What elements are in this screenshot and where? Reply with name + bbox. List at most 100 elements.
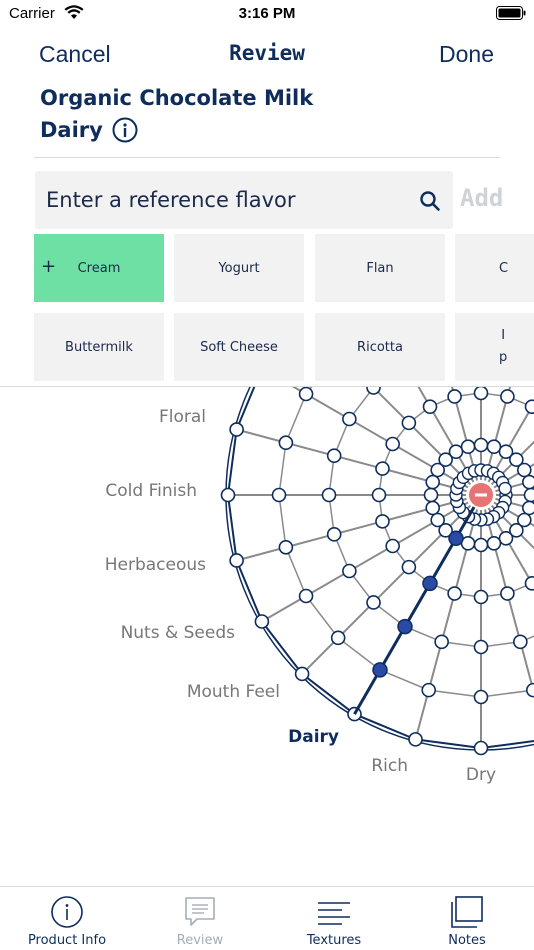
wheel-node xyxy=(294,666,310,682)
wheel-label-cold-finish[interactable]: Cold Finish xyxy=(105,481,197,501)
wheel-label-mouth-feel[interactable]: Mouth Feel xyxy=(187,682,280,702)
plus-icon: + xyxy=(41,256,57,277)
chip-buttermilk[interactable]: Buttermilk xyxy=(34,313,164,381)
dairy-node-filled xyxy=(372,662,388,678)
battery-icon xyxy=(496,6,526,20)
wheel-node xyxy=(517,462,532,478)
wheel-node xyxy=(298,387,314,402)
notes-icon xyxy=(451,896,483,928)
product-name: Organic Chocolate Milk xyxy=(40,86,314,110)
wheel-node xyxy=(425,500,441,516)
add-button[interactable]: Add xyxy=(460,184,534,212)
status-bar: Carrier 3:16 PM xyxy=(0,0,534,28)
wheel-node xyxy=(408,732,423,747)
wheel-node xyxy=(342,411,357,427)
wheel-node xyxy=(342,563,357,579)
flavor-wheel[interactable]: Floral Cold Finish Herbaceous Nuts & See… xyxy=(0,387,534,885)
wheel-node xyxy=(473,740,489,756)
dairy-node-filled xyxy=(422,575,438,592)
wheel-label-dry[interactable]: Dry xyxy=(466,765,496,785)
wheel-node xyxy=(401,559,417,575)
wheel-node xyxy=(525,682,534,698)
chip-flan[interactable]: Flan xyxy=(315,234,445,302)
divider xyxy=(34,157,500,158)
wheel-node xyxy=(330,630,346,646)
wheel-node xyxy=(401,415,417,431)
tab-label: Product Info xyxy=(27,933,107,948)
wheel-node xyxy=(447,389,462,404)
wheel-node xyxy=(366,595,381,610)
chip-yogurt[interactable]: Yogurt xyxy=(174,234,304,302)
wheel-label-nuts-seeds[interactable]: Nuts & Seeds xyxy=(121,623,235,643)
wheel-label-floral[interactable]: Floral xyxy=(159,407,206,427)
message-icon xyxy=(185,897,215,926)
wheel-node xyxy=(375,461,390,476)
wheel-node xyxy=(271,487,287,503)
wheel-node xyxy=(430,512,445,528)
wheel-node xyxy=(524,399,534,414)
chip-soft-cheese[interactable]: Soft Cheese xyxy=(174,313,304,381)
tab-label: Textures xyxy=(306,933,362,948)
dairy-node-filled xyxy=(448,530,464,547)
wheel-node xyxy=(278,539,294,555)
info-icon[interactable] xyxy=(112,117,138,143)
tab-textures[interactable]: Textures xyxy=(267,887,401,950)
wheel-label-dairy[interactable]: Dairy xyxy=(288,727,339,747)
wheel-node xyxy=(254,614,270,629)
wheel-node xyxy=(521,500,534,516)
wheel-node xyxy=(366,387,381,395)
wheel-node xyxy=(500,389,515,404)
wheel-node xyxy=(375,514,390,529)
wheel-graphic[interactable] xyxy=(0,387,534,885)
wheel-node xyxy=(486,535,502,551)
chip-partial-1[interactable]: C xyxy=(455,234,534,302)
wheel-node xyxy=(298,588,314,604)
wheel-label-rich[interactable]: Rich xyxy=(371,756,408,776)
chip-label: Yogurt xyxy=(218,260,260,276)
wheel-node xyxy=(447,586,462,601)
info-icon xyxy=(51,896,83,928)
search-box[interactable] xyxy=(35,171,453,229)
wheel-node xyxy=(321,487,337,503)
chip-ricotta[interactable]: Ricotta xyxy=(315,313,445,381)
wheel-node xyxy=(473,689,489,705)
chip-label: Ricotta xyxy=(357,339,403,355)
wheel-node xyxy=(425,474,441,490)
chip-label: Cream xyxy=(77,260,121,276)
wheel-label-herbaceous[interactable]: Herbaceous xyxy=(105,555,206,575)
tab-notes[interactable]: Notes xyxy=(400,887,534,950)
wheel-node xyxy=(500,586,515,601)
chip-partial-2[interactable]: I p xyxy=(455,313,534,381)
wheel-node xyxy=(473,589,489,605)
tab-label: Review xyxy=(176,933,224,948)
tab-product-info[interactable]: Product Info xyxy=(0,887,134,950)
chip-cream[interactable]: + Cream xyxy=(34,234,164,302)
wheel-node xyxy=(220,487,236,503)
minus-icon xyxy=(475,493,487,497)
tab-review[interactable]: Review xyxy=(133,887,267,950)
wheel-node xyxy=(460,439,476,455)
search-icon[interactable] xyxy=(419,190,441,212)
wheel-node xyxy=(422,399,438,414)
category-label: Dairy xyxy=(40,118,103,142)
wheel-node xyxy=(473,387,489,401)
chip-label: Soft Cheese xyxy=(200,339,278,355)
chip-label: Flan xyxy=(366,260,394,276)
chip-label: Buttermilk xyxy=(65,339,133,355)
lines-icon xyxy=(318,902,350,925)
search-input[interactable] xyxy=(46,185,406,215)
flavor-chip-grid: + Cream Yogurt Flan C Buttermilk Soft Ch… xyxy=(0,234,534,382)
wheel-node xyxy=(513,634,528,650)
wheel-node xyxy=(524,576,534,591)
wheel-node xyxy=(229,422,244,437)
wheel-node xyxy=(326,448,342,463)
wheel-node xyxy=(498,481,512,496)
wheel-node xyxy=(423,487,439,503)
wheel-node xyxy=(448,444,464,459)
wheel-node xyxy=(229,553,244,568)
done-button[interactable]: Done xyxy=(439,41,494,68)
status-time: 3:16 PM xyxy=(238,5,296,22)
tab-label: Notes xyxy=(448,933,486,948)
wheel-node xyxy=(278,435,294,451)
chip-label: I p xyxy=(499,328,508,365)
